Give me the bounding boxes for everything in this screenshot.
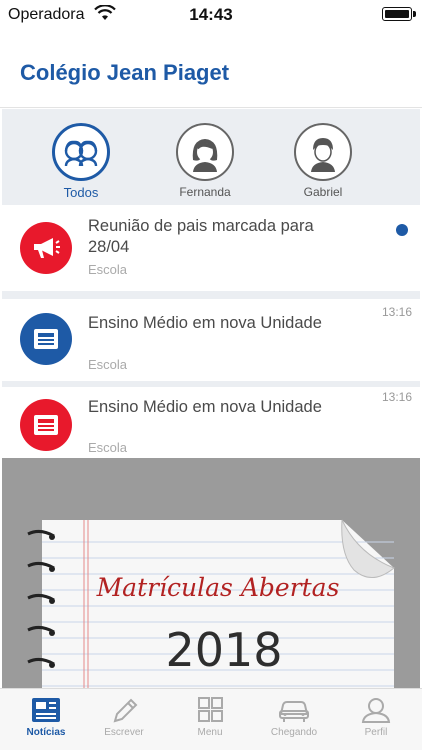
notebook-illustration: Matrículas Abertas 2018 bbox=[27, 519, 395, 688]
newspaper-icon bbox=[20, 313, 72, 365]
news-item[interactable]: Ensino Médio em nova Unidade Escola 13:1… bbox=[2, 387, 420, 458]
boy-avatar-icon bbox=[294, 123, 352, 181]
news-time: 13:16 bbox=[381, 390, 412, 404]
battery-icon bbox=[382, 7, 416, 21]
tab-label: Menu bbox=[197, 727, 223, 738]
enrollment-banner[interactable]: Matrículas Abertas 2018 bbox=[2, 458, 420, 688]
banner-headline: Matrículas Abertas bbox=[96, 573, 340, 602]
news-title: Ensino Médio em nova Unidade bbox=[88, 398, 322, 416]
news-item[interactable]: Reunião de pais marcada para 28/04 Escol… bbox=[2, 205, 420, 291]
news-icon bbox=[32, 698, 60, 722]
tab-perfil[interactable]: Perfil bbox=[334, 697, 418, 738]
news-source: Escola bbox=[88, 357, 128, 372]
tab-label: Notícias bbox=[26, 727, 66, 738]
student-filter-bar: Todos Fernanda Gabriel bbox=[2, 109, 420, 205]
megaphone-icon bbox=[20, 222, 72, 274]
status-bar: Operadora 14:43 bbox=[0, 0, 422, 30]
news-source: Escola bbox=[88, 440, 128, 455]
girl-avatar-icon bbox=[176, 123, 234, 181]
tab-bar: Notícias Escrever Menu Chegando Perfil bbox=[0, 688, 422, 750]
filter-gabriel[interactable]: Gabriel bbox=[278, 123, 368, 199]
news-title: Reunião de pais marcada para 28/04 bbox=[88, 217, 314, 256]
page-title: Colégio Jean Piaget bbox=[20, 60, 230, 85]
tab-label: Chegando bbox=[270, 727, 318, 738]
grid-icon bbox=[198, 697, 223, 722]
tab-noticias[interactable]: Notícias bbox=[4, 697, 88, 738]
person-icon bbox=[361, 698, 391, 723]
app-header: Colégio Jean Piaget bbox=[0, 30, 422, 108]
unread-indicator bbox=[396, 224, 408, 236]
news-source: Escola bbox=[88, 262, 128, 277]
filter-todos[interactable]: Todos bbox=[36, 123, 126, 200]
two-people-icon bbox=[52, 123, 110, 181]
filter-label: Fernanda bbox=[179, 185, 231, 199]
filter-label: Todos bbox=[63, 185, 99, 200]
clock: 14:43 bbox=[189, 5, 233, 24]
tab-label: Perfil bbox=[364, 727, 388, 738]
tab-label: Escrever bbox=[104, 727, 144, 738]
pencil-icon bbox=[113, 698, 138, 723]
news-time: 13:16 bbox=[381, 305, 412, 319]
newspaper-icon bbox=[20, 399, 72, 451]
filter-label: Gabriel bbox=[303, 185, 343, 199]
filter-fernanda[interactable]: Fernanda bbox=[160, 123, 250, 199]
news-title: Ensino Médio em nova Unidade bbox=[88, 314, 322, 332]
tab-menu[interactable]: Menu bbox=[168, 697, 252, 738]
divider bbox=[2, 291, 420, 299]
banner-year: 2018 bbox=[165, 623, 282, 677]
tab-escrever[interactable]: Escrever bbox=[82, 697, 166, 738]
car-icon bbox=[279, 701, 309, 722]
news-item[interactable]: Ensino Médio em nova Unidade Escola 13:1… bbox=[2, 299, 420, 381]
tab-chegando[interactable]: Chegando bbox=[252, 697, 336, 738]
